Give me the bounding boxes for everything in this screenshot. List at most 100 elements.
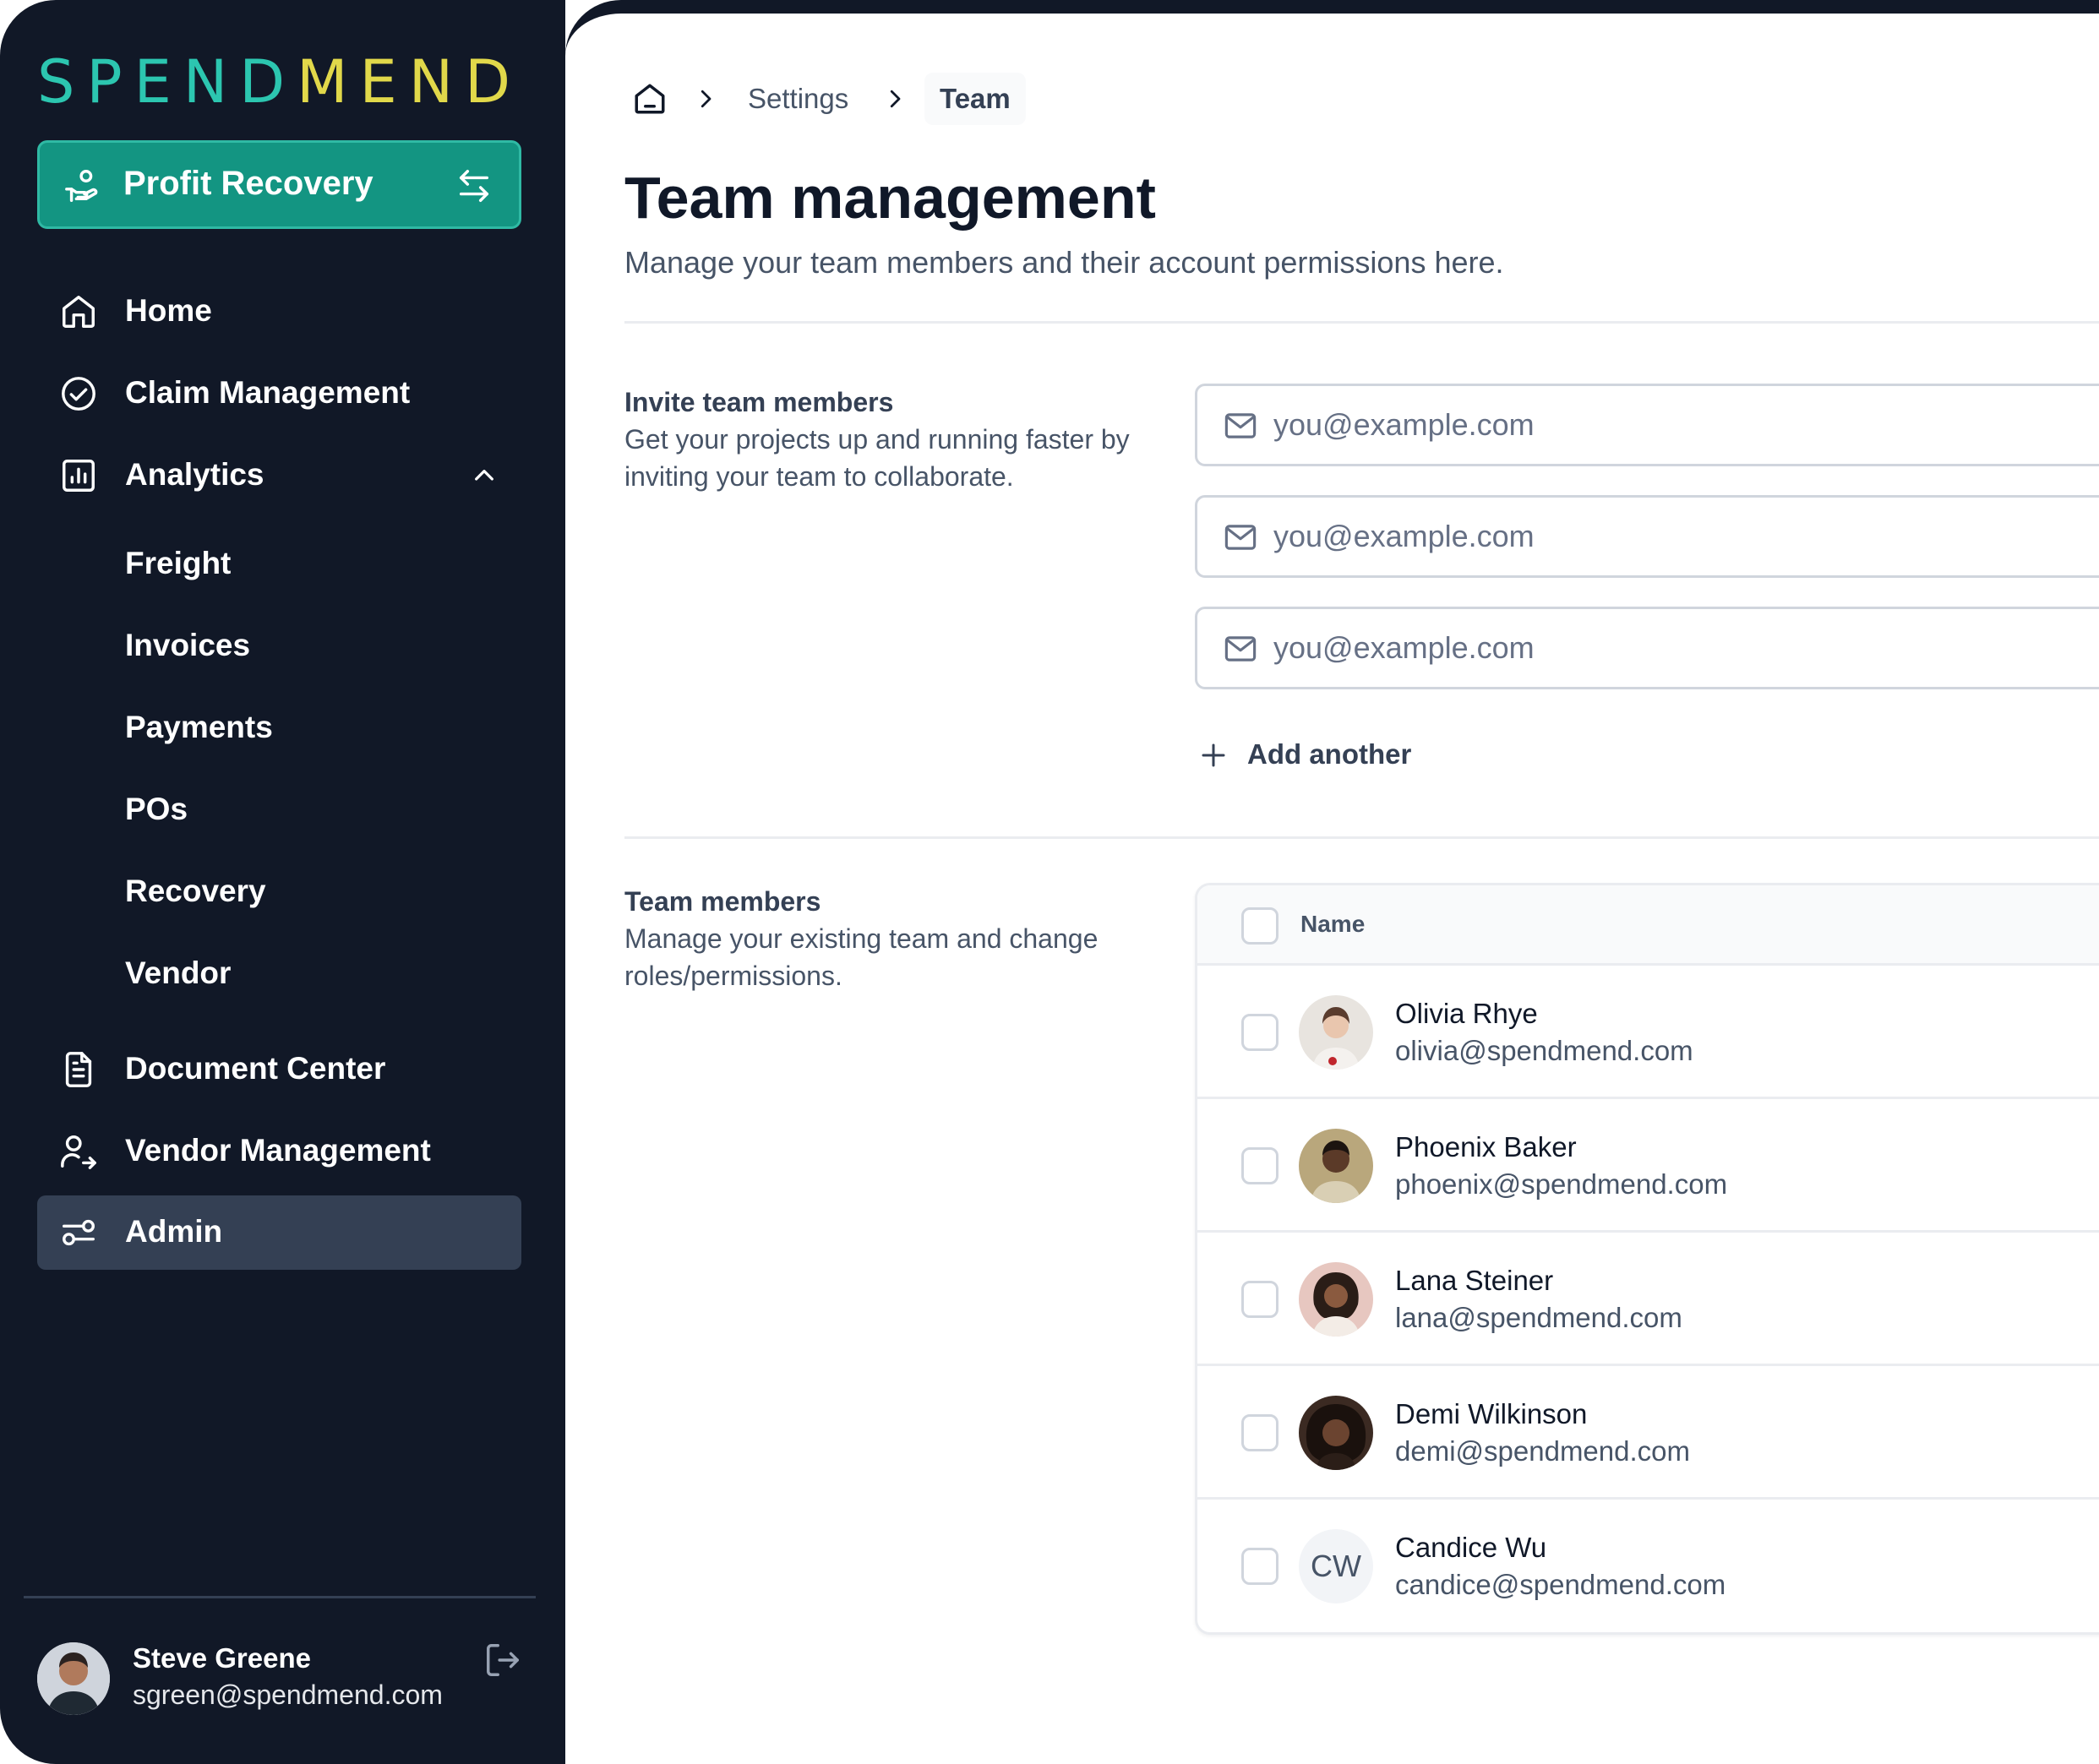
logo-part-2: MEND (297, 47, 523, 117)
user-name: Steve Greene (133, 1642, 311, 1674)
sidebar-item-label: Claim Management (125, 375, 411, 410)
sidebar-item-label: Admin (125, 1214, 223, 1249)
workspace-label: Profit Recovery (123, 165, 373, 202)
member-name: Candice Wu (1395, 1532, 1547, 1563)
sidebar-divider (24, 1596, 536, 1598)
row-checkbox[interactable] (1241, 1147, 1278, 1184)
sidebar-item-analytics[interactable]: Analytics (37, 438, 521, 513)
workspace-switcher[interactable]: Profit Recovery (37, 140, 521, 229)
spendmend-logo[interactable]: SPENDMEND (37, 47, 522, 117)
bar-chart-icon (63, 460, 95, 492)
chevron-up-icon[interactable] (471, 462, 498, 489)
avatar (1299, 1262, 1373, 1337)
avatar (1299, 1129, 1373, 1203)
breadcrumb-settings[interactable]: Settings (748, 83, 848, 115)
add-another-label: Add another (1247, 738, 1412, 770)
avatar (1299, 995, 1373, 1070)
sidebar-item-label: Recovery (125, 874, 266, 908)
table-header: Name (1197, 885, 2099, 966)
toggle-settings-icon (63, 1219, 95, 1246)
sidebar-item-pos[interactable]: POs (37, 773, 521, 847)
member-name: Olivia Rhye (1395, 998, 1538, 1029)
member-email: candice@spendmend.com (1395, 1569, 1726, 1600)
member-name: Lana Steiner (1395, 1265, 1554, 1296)
member-photo (1299, 1396, 1373, 1470)
switch-arrows-icon (459, 170, 489, 202)
team-members-table: Name Olivia Rhye olivia@spendmend.com Ph… (1195, 883, 2099, 1635)
invite-email-field-2[interactable] (1195, 495, 2099, 578)
member-email: olivia@spendmend.com (1395, 1035, 1693, 1066)
members-section-title: Team members (624, 886, 821, 917)
row-checkbox[interactable] (1241, 1281, 1278, 1318)
member-email: demi@spendmend.com (1395, 1435, 1690, 1467)
member-name: Demi Wilkinson (1395, 1398, 1588, 1429)
member-photo (1299, 995, 1373, 1070)
breadcrumb-team[interactable]: Team (924, 73, 1026, 125)
chevron-right-icon (890, 90, 901, 108)
section-divider (624, 836, 2099, 839)
avatar (1299, 1396, 1373, 1470)
sidebar-item-document-center[interactable]: Document Center (37, 1032, 521, 1107)
member-name: Phoenix Baker (1395, 1131, 1577, 1162)
member-photo (1299, 1129, 1373, 1203)
sidebar-item-label: Document Center (125, 1051, 386, 1086)
mail-icon (1224, 525, 1257, 550)
sidebar-item-admin[interactable]: Admin (37, 1195, 521, 1270)
row-checkbox[interactable] (1241, 1414, 1278, 1451)
page-subtitle: Manage your team members and their accou… (624, 245, 1504, 280)
home-icon (63, 296, 95, 328)
sidebar-item-home[interactable]: Home (37, 275, 521, 349)
table-row[interactable]: Olivia Rhye olivia@spendmend.com (1197, 966, 2099, 1099)
sidebar-item-invoices[interactable]: Invoices (37, 609, 521, 683)
logo-part-1: SPEND (37, 47, 297, 117)
section-divider (624, 321, 2099, 324)
sidebar-item-vendor[interactable]: Vendor (37, 937, 521, 1011)
avatar-initials: CW (1299, 1529, 1373, 1603)
table-row[interactable]: CW Candice Wu candice@spendmend.com (1197, 1500, 2099, 1632)
sidebar-item-label: Vendor Management (125, 1133, 431, 1168)
email-input[interactable] (1273, 400, 2034, 450)
sidebar-item-label: Analytics (125, 457, 264, 492)
sidebar-item-label: Home (125, 293, 212, 328)
chevron-right-icon (701, 90, 711, 108)
sidebar-item-payments[interactable]: Payments (37, 691, 521, 765)
sidebar-item-label: Freight (125, 546, 232, 580)
sidebar-item-vendor-management[interactable]: Vendor Management (37, 1114, 521, 1189)
invite-email-field-1[interactable] (1195, 384, 2099, 466)
sidebar-item-recovery[interactable]: Recovery (37, 855, 521, 929)
check-circle-icon (62, 377, 95, 411)
page-title: Team management (624, 165, 1156, 231)
column-header-name[interactable]: Name (1300, 911, 1365, 938)
user-avatar-icon (37, 1642, 110, 1715)
members-section-description: Manage your existing team and change rol… (624, 923, 1099, 991)
breadcrumb-home-icon[interactable] (632, 81, 668, 117)
sidebar: SPENDMEND Profit Recovery Home Claim Man… (0, 0, 565, 1764)
invite-section-title: Invite team members (624, 387, 894, 417)
invite-section-description: Get your projects up and running faster … (624, 424, 1130, 492)
sidebar-item-label: POs (125, 792, 188, 826)
plus-icon (1202, 743, 1225, 767)
avatar[interactable] (37, 1642, 110, 1715)
invite-email-field-3[interactable] (1195, 607, 2099, 689)
user-arrow-icon (61, 1135, 96, 1169)
row-checkbox[interactable] (1241, 1014, 1278, 1051)
logout-icon[interactable] (483, 1641, 522, 1680)
hand-coin-icon (65, 170, 98, 202)
row-checkbox[interactable] (1241, 1548, 1278, 1585)
mail-icon (1224, 636, 1257, 662)
table-row[interactable]: Lana Steiner lana@spendmend.com (1197, 1233, 2099, 1366)
sidebar-item-label: Invoices (125, 628, 251, 662)
member-photo (1299, 1262, 1373, 1337)
sidebar-item-freight[interactable]: Freight (37, 527, 521, 602)
sidebar-item-claim-management[interactable]: Claim Management (37, 357, 521, 431)
document-icon (65, 1052, 92, 1087)
email-input[interactable] (1273, 623, 2034, 673)
table-row[interactable]: Phoenix Baker phoenix@spendmend.com (1197, 1099, 2099, 1233)
mail-icon (1224, 413, 1257, 438)
table-row[interactable]: Demi Wilkinson demi@spendmend.com (1197, 1366, 2099, 1500)
email-input[interactable] (1273, 511, 2034, 562)
select-all-checkbox[interactable] (1241, 907, 1278, 945)
user-email: sgreen@spendmend.com (133, 1680, 443, 1710)
member-email: phoenix@spendmend.com (1395, 1168, 1728, 1200)
sidebar-item-label: Vendor (125, 956, 232, 990)
